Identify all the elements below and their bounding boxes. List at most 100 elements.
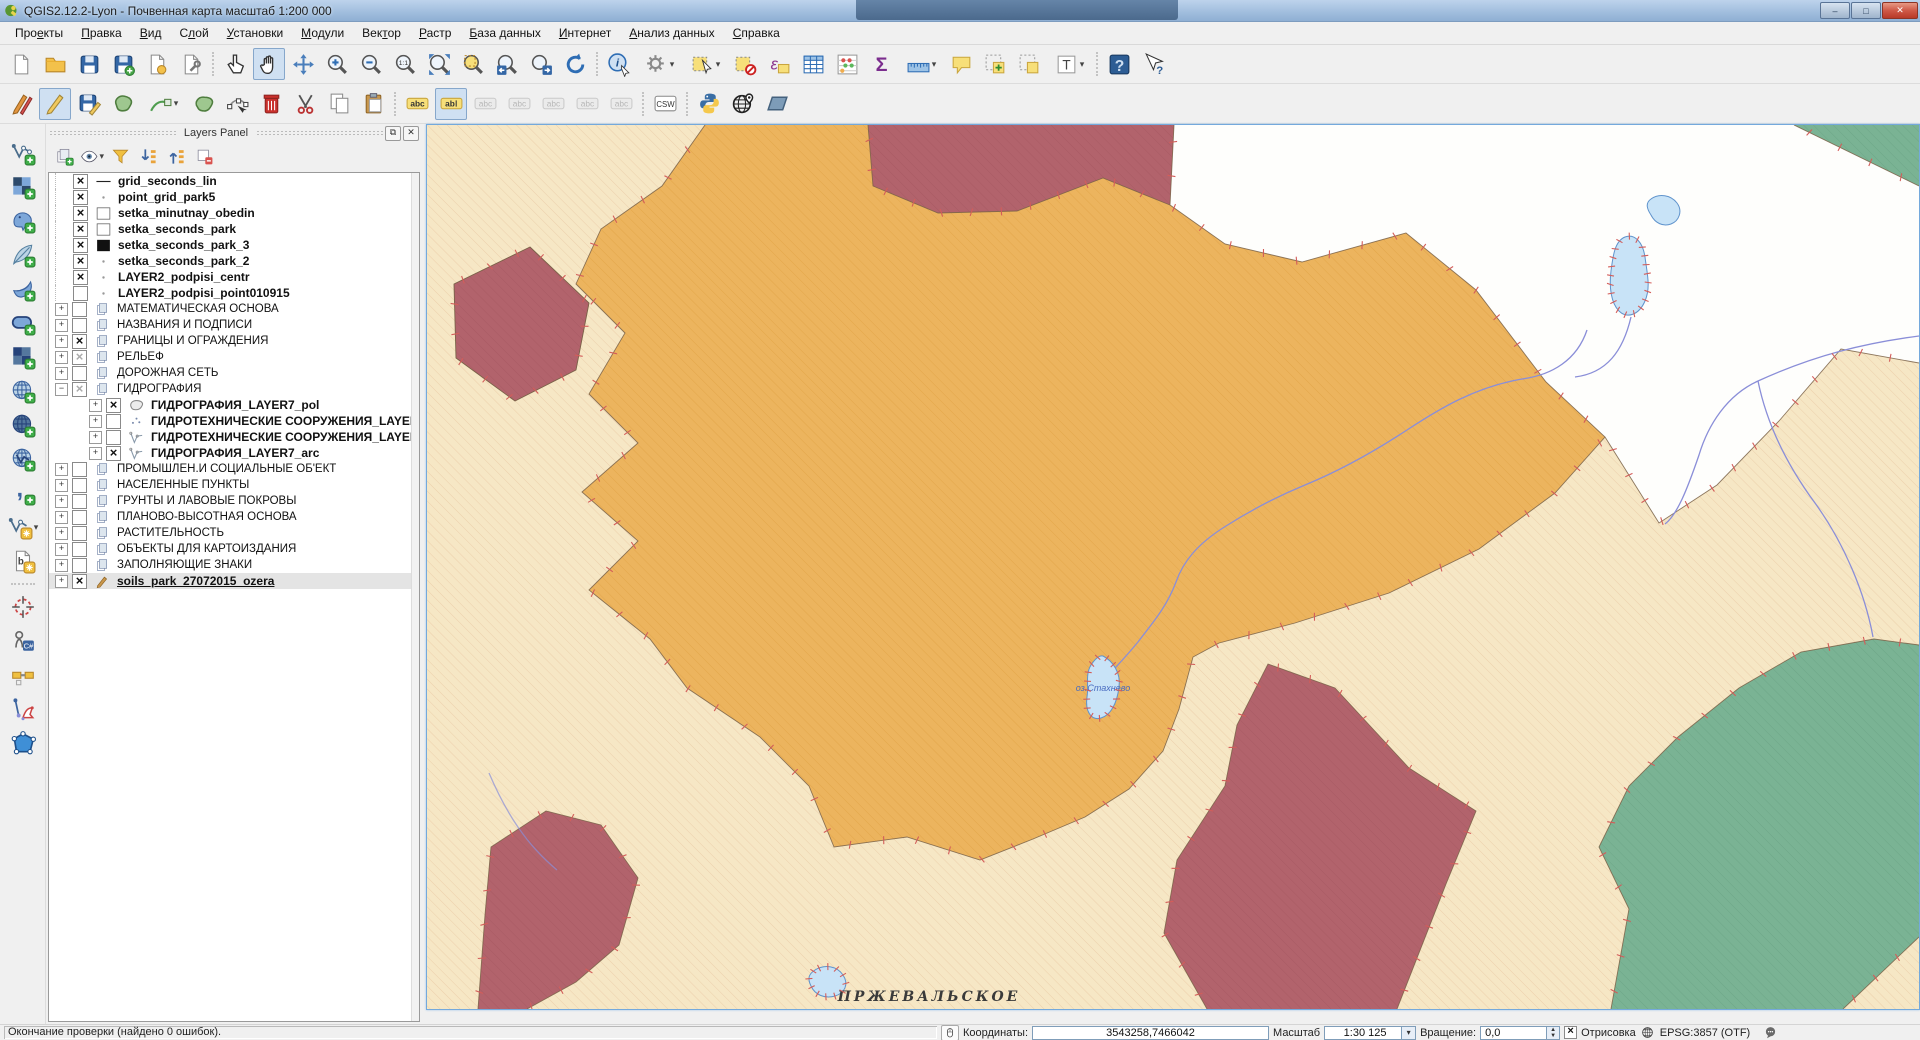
layer-visibility-checkbox[interactable]: ×	[106, 398, 121, 413]
layer-row[interactable]: ×setka_seconds_park	[49, 221, 419, 237]
layer-row[interactable]: +×ГИДРОГРАФИЯ_LAYER7_arc	[83, 445, 419, 461]
delete-selected-button[interactable]	[255, 88, 287, 120]
select-by-expression-button[interactable]: ε	[763, 48, 795, 80]
close-button[interactable]: ✕	[1882, 2, 1918, 19]
tree-expander-icon[interactable]: +	[55, 335, 68, 348]
composer-manager-button[interactable]	[175, 48, 207, 80]
scale-dropdown-icon[interactable]: ▾	[1401, 1027, 1415, 1039]
zoom-next-button[interactable]	[525, 48, 557, 80]
layer-visibility-checkbox[interactable]	[72, 542, 87, 557]
maximize-button[interactable]: □	[1851, 2, 1881, 19]
geometry-plugin-button[interactable]	[761, 88, 793, 120]
add-mssql-layer-button[interactable]	[7, 273, 39, 305]
tree-expander-icon[interactable]: +	[55, 575, 68, 588]
layer-visibility-checkbox[interactable]	[72, 366, 87, 381]
csw-catalog-button[interactable]: CSW	[649, 88, 681, 120]
layer-visibility-checkbox[interactable]: ×	[106, 446, 121, 461]
label-toolbar-pinned-button[interactable]: ab	[435, 88, 467, 120]
layer-visibility-checkbox[interactable]: ×	[72, 574, 87, 589]
touch-zoom-pan-button[interactable]	[219, 48, 251, 80]
dropdown-icon[interactable]: ▾	[716, 59, 721, 70]
toggle-editing-button[interactable]	[39, 88, 71, 120]
layer-visibility-checkbox[interactable]: ×	[73, 238, 88, 253]
coordinates-input[interactable]: 3543258,7466042	[1032, 1026, 1269, 1040]
layer-row[interactable]: ×setka_seconds_park_3	[49, 237, 419, 253]
whats-this-button[interactable]: ?	[1137, 48, 1169, 80]
layer-row[interactable]: +×ГИДРОГРАФИЯ_LAYER7_pol	[83, 397, 419, 413]
text-annotation-button[interactable]: T▾	[1047, 48, 1091, 80]
save-layer-edits-button[interactable]	[73, 88, 105, 120]
add-wcs-layer-button[interactable]	[7, 409, 39, 441]
layer-row[interactable]: +ГИДРОТЕХНИЧЕСКИЕ СООРУЖЕНИЯ_LAYER9_arc	[83, 429, 419, 445]
copy-features-button[interactable]	[323, 88, 355, 120]
zoom-to-selection-button[interactable]	[457, 48, 489, 80]
layer-group-row[interactable]: +ДОРОЖНАЯ СЕТЬ	[49, 365, 419, 381]
close-panel-button[interactable]: ✕	[403, 126, 419, 141]
add-delimited-text-layer-button[interactable]: ,	[7, 477, 39, 509]
layer-visibility-checkbox[interactable]	[73, 286, 88, 301]
layer-row[interactable]: LAYER2_podpisi_point010915	[49, 285, 419, 301]
tree-expander-icon[interactable]: +	[55, 511, 68, 524]
help-button[interactable]: ?	[1103, 48, 1135, 80]
menu-установки[interactable]: Установки	[218, 23, 293, 43]
save-project-button[interactable]	[73, 48, 105, 80]
rotation-down-icon[interactable]: ▼	[1547, 1033, 1559, 1039]
layer-visibility-checkbox[interactable]	[106, 414, 121, 429]
tree-expander-icon[interactable]: +	[55, 559, 68, 572]
layer-visibility-checkbox[interactable]	[72, 510, 87, 525]
layer-labeling-button[interactable]: abc	[401, 88, 433, 120]
tree-expander-icon[interactable]: +	[89, 431, 102, 444]
crs-globe-icon[interactable]	[1640, 1026, 1656, 1040]
tree-expander-icon[interactable]: +	[89, 415, 102, 428]
dropdown-icon[interactable]: ▾	[99, 151, 104, 162]
measure-button[interactable]: ▾	[899, 48, 943, 80]
rotation-spinbox[interactable]: 0,0 ▲▼	[1480, 1026, 1560, 1040]
render-checkbox[interactable]: ×	[1564, 1026, 1577, 1039]
menu-вид[interactable]: Вид	[131, 23, 171, 43]
layer-visibility-checkbox[interactable]: ×	[73, 222, 88, 237]
layer-row[interactable]: ×grid_seconds_lin	[49, 173, 419, 189]
current-edits-button[interactable]	[5, 88, 37, 120]
scale-combobox[interactable]: 1:30 125 ▾	[1324, 1026, 1416, 1040]
add-raster-layer-button[interactable]	[7, 171, 39, 203]
add-group-button[interactable]	[51, 143, 77, 169]
manage-layer-visibility-button[interactable]: ▾	[79, 143, 105, 169]
tree-expander-icon[interactable]: +	[55, 495, 68, 508]
move-feature-button[interactable]: ▾	[141, 88, 185, 120]
new-geopackage-layer-button[interactable]: b	[7, 545, 39, 577]
layer-visibility-checkbox[interactable]: ×	[73, 206, 88, 221]
paste-features-button[interactable]	[357, 88, 389, 120]
cut-features-button[interactable]	[289, 88, 321, 120]
deselect-features-button[interactable]	[729, 48, 761, 80]
layer-visibility-checkbox[interactable]	[72, 558, 87, 573]
expand-all-button[interactable]	[135, 143, 161, 169]
layer-group-row[interactable]: +НАЗВАНИЯ И ПОДПИСИ	[49, 317, 419, 333]
tree-expander-icon[interactable]: +	[55, 319, 68, 332]
layer-visibility-checkbox[interactable]	[72, 318, 87, 333]
diagram-label-button[interactable]: abc	[605, 88, 637, 120]
mouse-position-icon[interactable]	[941, 1025, 959, 1040]
layer-row[interactable]: ×setka_seconds_park_2	[49, 253, 419, 269]
layer-group-row[interactable]: −×ГИДРОГРАФИЯ	[49, 381, 419, 397]
map-tips-button[interactable]	[945, 48, 977, 80]
dropdown-icon[interactable]: ▾	[1080, 59, 1085, 70]
layers-panel-header[interactable]: Layers Panel ⧉ ✕	[46, 124, 422, 142]
layer-visibility-checkbox[interactable]: ×	[72, 350, 87, 365]
georeferencer-button[interactable]: C#	[7, 625, 39, 657]
zoom-native-button[interactable]: 1:1	[389, 48, 421, 80]
metasearch-button[interactable]	[727, 88, 759, 120]
layer-group-row[interactable]: +МАТЕМАТИЧЕСКАЯ ОСНОВА	[49, 301, 419, 317]
refresh-map-button[interactable]	[559, 48, 591, 80]
node-tool-button[interactable]	[221, 88, 253, 120]
add-feature-button[interactable]	[107, 88, 139, 120]
menu-вектор[interactable]: Вектор	[353, 23, 410, 43]
new-project-button[interactable]	[5, 48, 37, 80]
change-label-button[interactable]: abc	[571, 88, 603, 120]
menu-проекты[interactable]: Проекты	[6, 23, 72, 43]
tree-expander-icon[interactable]: +	[55, 463, 68, 476]
layer-group-row[interactable]: +НАСЕЛЕННЫЕ ПУНКТЫ	[49, 477, 419, 493]
offset-point-symbols-button[interactable]	[7, 659, 39, 691]
layer-visibility-checkbox[interactable]: ×	[73, 174, 88, 189]
menu-слой[interactable]: Слой	[170, 23, 217, 43]
layer-visibility-checkbox[interactable]: ×	[72, 334, 87, 349]
